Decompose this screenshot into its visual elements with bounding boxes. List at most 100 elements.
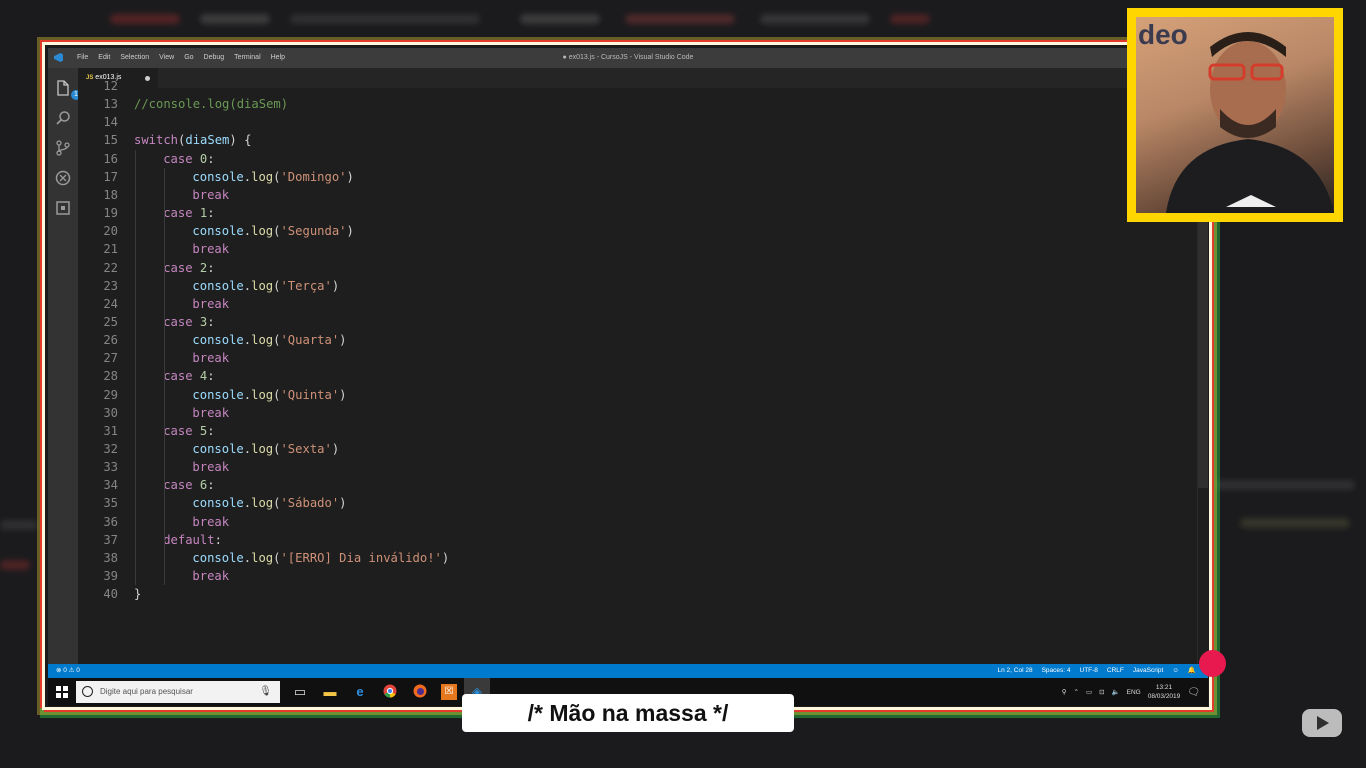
- code-line[interactable]: 38 console.log('[ERRO] Dia inválido!'): [78, 549, 1178, 567]
- xampp-icon[interactable]: ☒: [441, 684, 457, 700]
- code-line[interactable]: 12: [78, 77, 1178, 95]
- code-line[interactable]: 25 case 3:: [78, 313, 1178, 331]
- taskbar-search-input[interactable]: Digite aqui para pesquisar 🎙: [76, 681, 280, 703]
- code-line[interactable]: 29 console.log('Quinta'): [78, 386, 1178, 404]
- code-token: ): [331, 278, 340, 293]
- status-bar: ⊗ 0 ⚠ 0 Ln 2, Col 28 Spaces: 4 UTF-8 CRL…: [48, 664, 1208, 678]
- code-line[interactable]: 32 console.log('Sexta'): [78, 440, 1178, 458]
- code-line[interactable]: 27 break: [78, 349, 1178, 367]
- code-token: case: [163, 314, 193, 329]
- menu-selection[interactable]: Selection: [115, 48, 154, 68]
- line-number: 24: [103, 296, 118, 311]
- desktop-screen: ● ex013.js - CursoJS - Visual Studio Cod…: [48, 48, 1208, 706]
- code-line[interactable]: 37 default:: [78, 531, 1178, 549]
- code-token: case: [163, 206, 193, 221]
- code-line[interactable]: 22 case 2:: [78, 259, 1178, 277]
- network-icon[interactable]: ⊡: [1099, 688, 1104, 696]
- extensions-icon[interactable]: [55, 200, 71, 216]
- menu-terminal[interactable]: Terminal: [229, 48, 265, 68]
- code-line[interactable]: 35 console.log('Sábado'): [78, 494, 1178, 512]
- debug-icon[interactable]: [55, 170, 71, 186]
- encoding[interactable]: UTF-8: [1080, 664, 1098, 678]
- code-line[interactable]: 17 console.log('Domingo'): [78, 168, 1178, 186]
- code-line[interactable]: 24 break: [78, 295, 1178, 313]
- line-number: 36: [103, 514, 118, 529]
- code-line[interactable]: 18 break: [78, 186, 1178, 204]
- code-token: console: [192, 333, 244, 348]
- code-line[interactable]: 21 break: [78, 240, 1178, 258]
- files-icon[interactable]: 1: [55, 80, 81, 100]
- code-text: }: [134, 585, 141, 603]
- code-token: break: [192, 405, 230, 420]
- code-line[interactable]: 26 console.log('Quarta'): [78, 331, 1178, 349]
- notifications-icon[interactable]: 🔔: [1188, 664, 1196, 678]
- menu-view[interactable]: View: [154, 48, 179, 68]
- line-ending[interactable]: CRLF: [1107, 664, 1124, 678]
- input-language[interactable]: ENG: [1127, 689, 1141, 696]
- file-explorer-icon[interactable]: ▬: [322, 684, 338, 700]
- edge-icon[interactable]: e: [352, 684, 368, 700]
- action-center-icon[interactable]: 🗨: [1187, 687, 1200, 698]
- code-line[interactable]: 28 case 4:: [78, 367, 1178, 385]
- search-icon[interactable]: [55, 110, 71, 126]
- code-editor[interactable]: 12 13 //console.log(diaSem) 14 15 switch(diaS…: [78, 79, 1208, 664]
- task-view-icon[interactable]: ▭: [292, 684, 308, 700]
- cursor-position[interactable]: Ln 2, Col 28: [998, 664, 1033, 678]
- feedback-icon[interactable]: ☺: [1172, 664, 1179, 678]
- menu-file[interactable]: File: [72, 48, 93, 68]
- code-token: case: [163, 478, 193, 493]
- code-token: .: [243, 442, 252, 456]
- code-token: :: [207, 369, 215, 384]
- code-line[interactable]: 39 break: [78, 567, 1178, 585]
- battery-icon[interactable]: ▭: [1086, 688, 1092, 696]
- code-token: 'Quarta': [280, 333, 340, 348]
- chrome-icon[interactable]: [382, 684, 398, 700]
- menu-go[interactable]: Go: [179, 48, 198, 68]
- source-control-icon[interactable]: [55, 140, 71, 156]
- code-token: :: [207, 151, 215, 166]
- activity-bar: 1 ⚙: [48, 68, 81, 680]
- line-number: 40: [103, 587, 118, 602]
- search-placeholder: Digite aqui para pesquisar: [100, 687, 193, 696]
- code-token: .: [243, 496, 252, 511]
- code-line[interactable]: 33 break: [78, 458, 1178, 476]
- code-token: log: [251, 496, 274, 511]
- code-line[interactable]: 15 switch(diaSem) {: [78, 131, 1178, 149]
- code-line[interactable]: 16 case 0:: [78, 150, 1178, 168]
- code-line[interactable]: 13 //console.log(diaSem): [78, 95, 1178, 113]
- code-line[interactable]: 20 console.log('Segunda'): [78, 222, 1178, 240]
- code-line[interactable]: 34 case 6:: [78, 476, 1178, 494]
- clock[interactable]: 13:21 08/03/2019: [1148, 683, 1181, 701]
- code-token: break: [192, 296, 230, 311]
- code-line[interactable]: 14: [78, 113, 1178, 131]
- menu-edit[interactable]: Edit: [93, 48, 115, 68]
- start-button[interactable]: [56, 686, 68, 698]
- code-token: case: [163, 369, 193, 384]
- line-number: 29: [103, 387, 118, 402]
- code-line[interactable]: 40}: [78, 585, 1178, 603]
- code-line[interactable]: 30 break: [78, 404, 1178, 422]
- line-number: 15: [103, 133, 118, 148]
- line-number: 13: [103, 97, 118, 112]
- problems-indicator[interactable]: ⊗ 0 ⚠ 0: [56, 664, 80, 678]
- firefox-icon[interactable]: [412, 684, 428, 700]
- people-icon[interactable]: ⚲: [1062, 688, 1067, 696]
- code-line[interactable]: 19 case 1:: [78, 204, 1178, 222]
- code-token: log: [251, 169, 274, 184]
- code-token: break: [192, 460, 230, 475]
- code-text: //console.log(diaSem): [134, 95, 288, 113]
- code-text: break: [192, 567, 229, 585]
- menu-help[interactable]: Help: [266, 48, 290, 68]
- indentation[interactable]: Spaces: 4: [1042, 664, 1071, 678]
- show-hidden-icons-icon[interactable]: ⌃: [1074, 688, 1079, 696]
- volume-icon[interactable]: 🔈: [1112, 688, 1120, 696]
- indent-guide: [164, 167, 166, 586]
- menu-debug[interactable]: Debug: [199, 48, 230, 68]
- code-line[interactable]: 23 console.log('Terça'): [78, 277, 1178, 295]
- code-line[interactable]: 36 break: [78, 513, 1178, 531]
- code-line[interactable]: 31 case 5:: [78, 422, 1178, 440]
- line-number: 28: [103, 369, 118, 384]
- microphone-icon[interactable]: 🎙: [259, 681, 272, 703]
- language-mode[interactable]: JavaScript: [1133, 664, 1163, 678]
